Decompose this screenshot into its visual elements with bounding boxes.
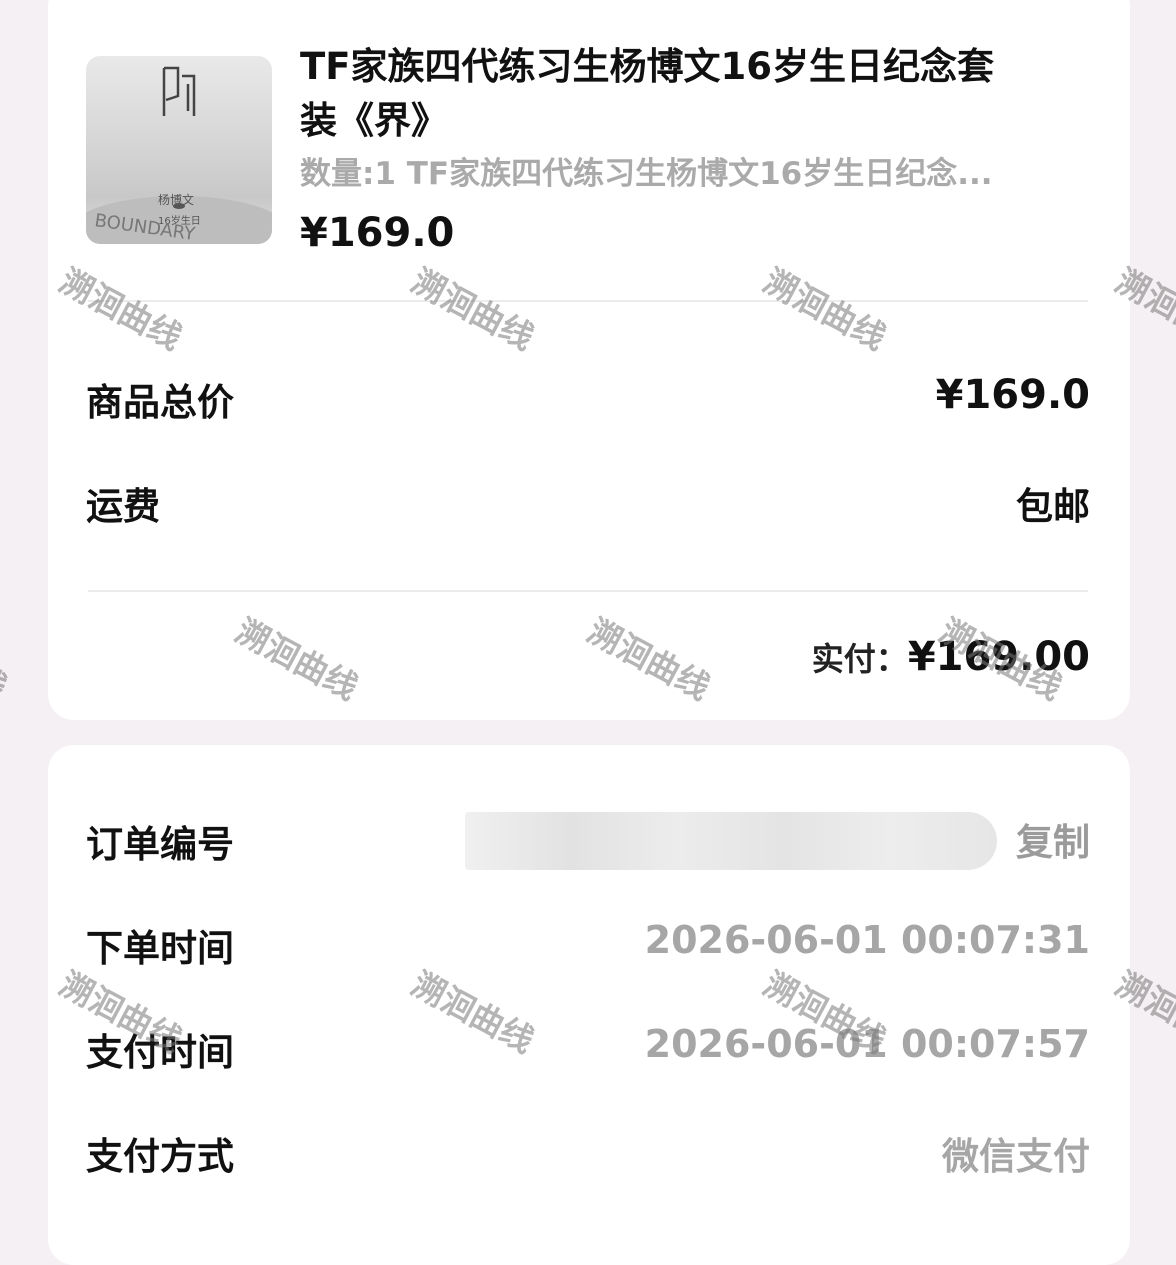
amount-paid-label: 实付：	[811, 640, 908, 678]
thumb-text-line-1: 杨博文	[158, 192, 194, 207]
copy-order-number-button[interactable]: 复制	[1016, 812, 1090, 866]
product-thumbnail[interactable]: 杨博文 16岁生日 BOUNDARY	[86, 56, 272, 244]
total-price-value: ¥169.0	[935, 372, 1090, 418]
amount-paid: 实付：¥169.00	[812, 634, 1090, 680]
total-price-label: 商品总价	[86, 381, 234, 424]
product-title[interactable]: TF家族四代练习生杨博文16岁生日纪念套装《界》	[300, 40, 1020, 148]
divider	[88, 300, 1088, 302]
watermark: 溯洄曲线	[0, 611, 14, 708]
product-quantity-desc: 数量:1 TF家族四代练习生杨博文16岁生日纪念...	[300, 156, 993, 192]
order-created-value: 2026-06-01 00:07:31	[644, 918, 1090, 962]
divider	[88, 590, 1088, 592]
payment-time-label: 支付时间	[86, 1031, 234, 1074]
payment-time-value: 2026-06-01 00:07:57	[644, 1022, 1090, 1066]
amount-paid-value: ¥169.00	[907, 634, 1090, 680]
payment-method-label: 支付方式	[86, 1135, 234, 1178]
order-number-label: 订单编号	[86, 823, 234, 866]
order-number-redacted	[465, 812, 997, 870]
shipping-value: 包邮	[1016, 485, 1090, 528]
shipping-label: 运费	[86, 485, 160, 528]
product-price: ¥169.0	[300, 210, 455, 256]
order-created-label: 下单时间	[86, 927, 234, 970]
payment-method-value: 微信支付	[942, 1135, 1090, 1178]
